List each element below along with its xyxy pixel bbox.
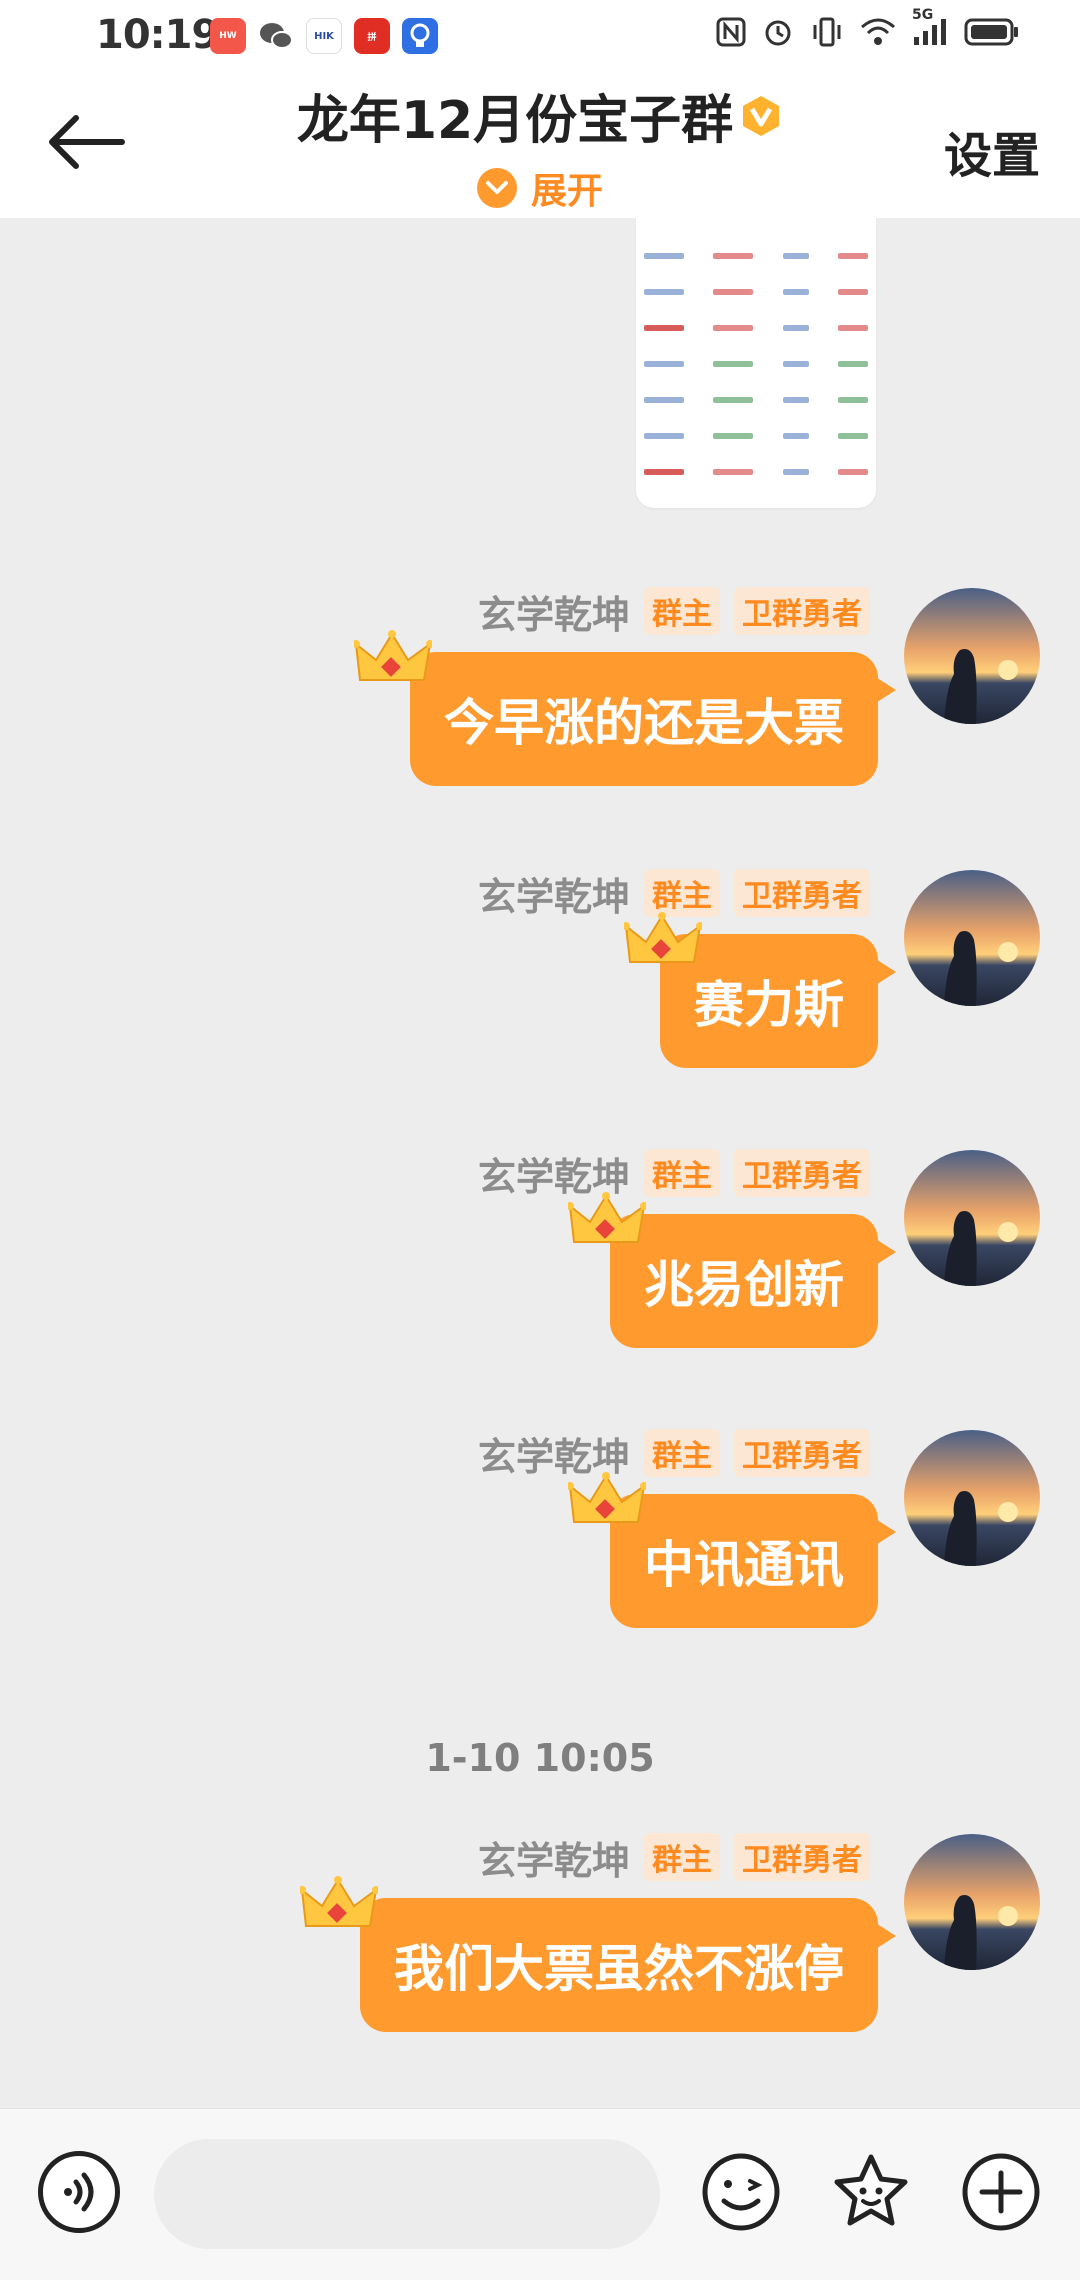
- message-bubble[interactable]: 今早涨的还是大票: [410, 652, 896, 786]
- crown-icon: [622, 912, 704, 972]
- sender-name[interactable]: 玄学乾坤: [478, 1830, 630, 1885]
- message-meta: 玄学乾坤 群主 卫群勇者: [478, 1149, 870, 1199]
- thumbnail-row: [636, 454, 876, 490]
- chevron-down-icon: [476, 168, 517, 208]
- message-text: 我们大票虽然不涨停: [394, 1940, 844, 1998]
- owner-badge: 群主: [644, 1833, 720, 1881]
- guardian-badge: 卫群勇者: [734, 1429, 870, 1477]
- emoji-button[interactable]: [700, 2151, 782, 2233]
- huawei-app-icon: HW: [210, 18, 246, 54]
- status-bar: 10:19 HW HIK 拼 5G: [0, 0, 1080, 70]
- message-bubble[interactable]: 我们大票虽然不涨停: [360, 1898, 896, 2032]
- wifi-icon: [860, 17, 896, 54]
- status-time: 10:19: [96, 12, 219, 58]
- chat-header: 龙年12月份宝子群 展开 设置: [0, 70, 1080, 218]
- thumbnail-row: [636, 418, 876, 454]
- message-text: 赛力斯: [694, 976, 844, 1034]
- crown-icon: [566, 1472, 648, 1532]
- vibrate-icon: [810, 16, 844, 55]
- avatar[interactable]: [904, 870, 1040, 1006]
- message-text: 中讯通讯: [644, 1536, 844, 1594]
- message-text: 今早涨的还是大票: [444, 694, 844, 752]
- settings-button[interactable]: 设置: [944, 116, 1040, 186]
- plus-button[interactable]: [960, 2151, 1042, 2233]
- crown-icon: [298, 1876, 380, 1936]
- sticker-icon: [834, 2154, 908, 2226]
- crown-icon: [566, 1192, 648, 1252]
- pdd-icon: 拼: [354, 18, 390, 54]
- message-meta: 玄学乾坤 群主 卫群勇者: [478, 869, 870, 919]
- battery-icon: [964, 17, 1020, 54]
- image-message-thumbnail[interactable]: [636, 218, 876, 508]
- verified-badge-icon: [739, 94, 783, 138]
- message-meta: 玄学乾坤 群主 卫群勇者: [478, 587, 870, 637]
- voice-icon: [64, 2172, 94, 2212]
- thumbnail-row: [636, 274, 876, 310]
- status-indicators: 5G: [716, 7, 1020, 55]
- group-title[interactable]: 龙年12月份宝子群: [297, 78, 783, 153]
- expand-button[interactable]: 展开: [0, 162, 1080, 214]
- message-text: 兆易创新: [644, 1256, 844, 1314]
- avatar[interactable]: [904, 588, 1040, 724]
- input-bar: [0, 2108, 1080, 2280]
- message-timestamp: 1-10 10:05: [425, 1736, 655, 1780]
- alarm-icon: [762, 16, 794, 55]
- sender-name[interactable]: 玄学乾坤: [478, 584, 630, 639]
- message-bubble[interactable]: 中讯通讯: [610, 1494, 896, 1628]
- expand-label: 展开: [530, 171, 603, 212]
- thumbnail-row: [636, 346, 876, 382]
- sticker-button[interactable]: [830, 2151, 912, 2233]
- guardian-badge: 卫群勇者: [734, 869, 870, 917]
- bulb-app-icon: [402, 18, 438, 54]
- avatar[interactable]: [904, 1150, 1040, 1286]
- guardian-badge: 卫群勇者: [734, 587, 870, 635]
- message-meta: 玄学乾坤 群主 卫群勇者: [478, 1833, 870, 1883]
- group-name: 龙年12月份宝子群: [296, 91, 734, 151]
- thumbnail-row: [636, 310, 876, 346]
- owner-badge: 群主: [644, 1149, 720, 1197]
- thumbnail-row: [636, 238, 876, 274]
- plus-icon: [962, 2153, 1040, 2231]
- owner-badge: 群主: [644, 587, 720, 635]
- guardian-badge: 卫群勇者: [734, 1149, 870, 1197]
- avatar[interactable]: [904, 1430, 1040, 1566]
- message-bubble[interactable]: 兆易创新: [610, 1214, 896, 1348]
- avatar[interactable]: [904, 1834, 1040, 1970]
- wechat-icon: [258, 18, 294, 54]
- status-app-icons: HW HIK 拼: [210, 18, 438, 54]
- emoji-icon: [702, 2153, 780, 2231]
- guardian-badge: 卫群勇者: [734, 1833, 870, 1881]
- owner-badge: 群主: [644, 869, 720, 917]
- owner-badge: 群主: [644, 1429, 720, 1477]
- nfc-icon: [716, 17, 746, 54]
- message-meta: 玄学乾坤 群主 卫群勇者: [478, 1429, 870, 1479]
- message-input[interactable]: [154, 2139, 660, 2249]
- title-area: 龙年12月份宝子群: [0, 78, 1080, 153]
- network-type: 5G: [912, 7, 934, 23]
- sender-name[interactable]: 玄学乾坤: [478, 866, 630, 921]
- signal-icon: 5G: [912, 7, 948, 54]
- hikiot-icon: HIK: [306, 18, 342, 54]
- voice-button[interactable]: [38, 2151, 120, 2233]
- crown-icon: [352, 630, 434, 690]
- thumbnail-row: [636, 382, 876, 418]
